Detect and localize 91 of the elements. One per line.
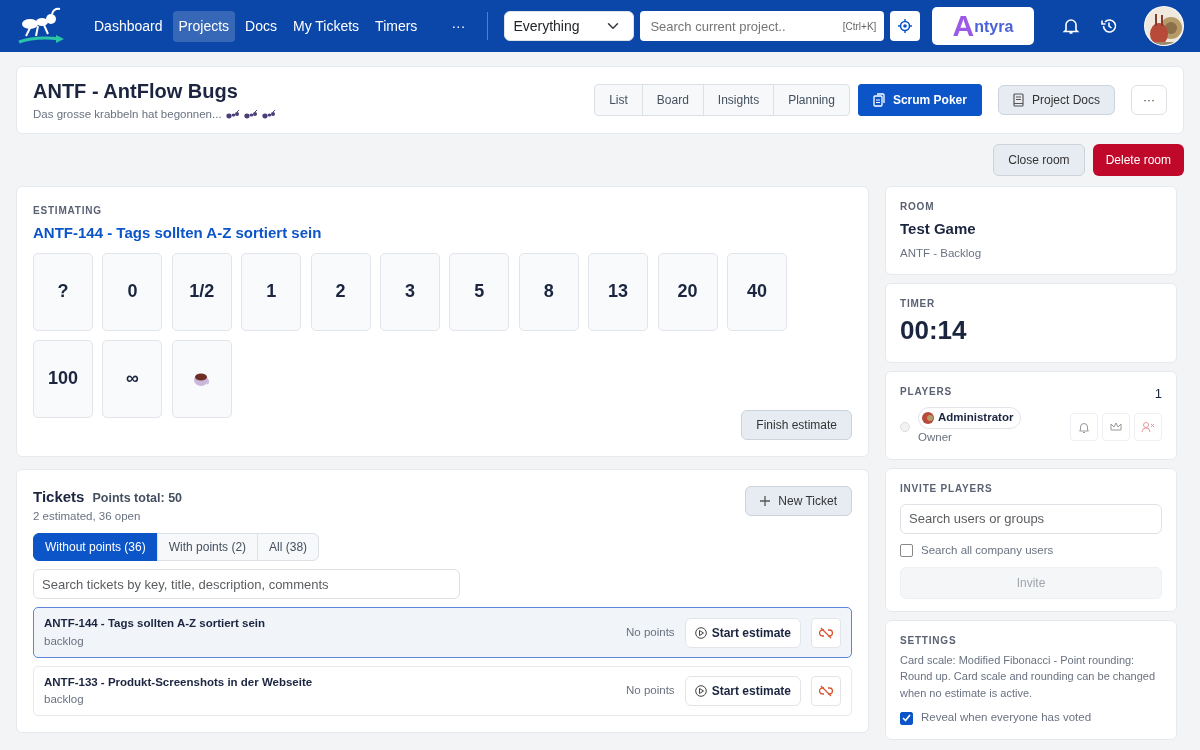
bell-icon[interactable]: [1062, 17, 1080, 35]
estimate-card[interactable]: 20: [657, 252, 718, 331]
checkbox[interactable]: [900, 711, 913, 725]
crown-icon: [1110, 421, 1122, 432]
brand-logo: Antyra: [932, 7, 1034, 45]
estimate-card[interactable]: 5: [449, 252, 510, 331]
estimate-card[interactable]: 40: [726, 252, 787, 331]
nav-link[interactable]: Projects: [172, 10, 236, 42]
tickets-title: Tickets: [33, 486, 85, 507]
estimate-card[interactable]: 1/2: [171, 252, 232, 331]
tickets-summary: 2 estimated, 36 open: [33, 509, 142, 524]
section-label: SETTINGS: [900, 633, 958, 648]
filter-tab[interactable]: Without points (36): [33, 533, 158, 562]
broken-link-icon: [819, 626, 833, 639]
estimate-card[interactable]: 2: [310, 252, 371, 331]
project-title: ANTF - AntFlow Bugs: [33, 79, 239, 105]
ticket-link[interactable]: ANTF-144 - Tags sollten A-Z sortiert sein: [33, 224, 322, 241]
estimate-card[interactable]: 0: [102, 252, 163, 331]
filter-tab[interactable]: All (38): [257, 533, 320, 562]
ant-icon: [243, 110, 258, 120]
view-tab[interactable]: Insights: [702, 84, 775, 116]
unlink-button[interactable]: [811, 676, 841, 706]
view-tab[interactable]: Board: [641, 84, 704, 116]
shortcut-hint: [Ctrl+K]: [842, 20, 877, 34]
book-icon: [1012, 93, 1024, 107]
nav-link[interactable]: Docs: [239, 10, 283, 42]
start-estimate-button[interactable]: Start estimate: [684, 617, 801, 648]
filter-tab[interactable]: With points (2): [156, 533, 259, 562]
ticket-title: ANTF-133 - Produkt-Screenshots in der Webseite: [44, 674, 313, 690]
start-estimate-button[interactable]: Start estimate: [684, 676, 801, 706]
delete-room-button[interactable]: Delete room: [1092, 144, 1184, 176]
docs-button[interactable]: Project Docs: [997, 85, 1115, 115]
points-label: No points: [626, 624, 675, 640]
checkbox[interactable]: [900, 543, 913, 557]
ant-icon: [225, 110, 240, 120]
player-role: Owner: [918, 430, 953, 446]
points-total: Points total: 50: [92, 489, 183, 507]
unlink-button[interactable]: [811, 617, 841, 648]
finish-estimate-button[interactable]: Finish estimate: [741, 409, 852, 440]
close-room-button[interactable]: Close room: [993, 144, 1085, 176]
more-button[interactable]: ···: [1131, 85, 1167, 115]
player-count: 1: [1154, 384, 1162, 403]
new-ticket-button[interactable]: New Ticket: [745, 485, 852, 516]
checkbox-label: Reveal when everyone has voted: [921, 710, 1092, 726]
nav-link[interactable]: Dashboard: [88, 10, 169, 42]
estimate-card[interactable]: ?: [33, 252, 93, 331]
ticket-search-field[interactable]: Search tickets by key, title, description, comments: [33, 569, 460, 600]
view-tab[interactable]: Planning: [773, 84, 850, 116]
remove-user-icon: [1141, 420, 1155, 433]
ticket-row[interactable]: ANTF-144 - Tags sollten A-Z sortiert sein backlog No points Start estimate: [33, 607, 852, 658]
project-subtitle: Das grosse krabbeln hat begonnen...: [33, 107, 222, 123]
play-icon: [694, 626, 707, 639]
estimate-card[interactable]: ∞: [102, 339, 163, 418]
nav-link[interactable]: Timers: [369, 10, 424, 42]
section-label: ESTIMATING: [33, 204, 103, 218]
plus-icon: [760, 495, 771, 506]
section-label: ROOM: [900, 200, 936, 214]
settings-description: Card scale: Modified Fibonacci - Point rounding: Round up. Card scale and rounding can be changed when no estimate is active.: [900, 652, 1157, 701]
broken-link-icon: [819, 685, 833, 697]
locate-button[interactable]: [890, 11, 921, 41]
view-tab[interactable]: Scrum Poker: [857, 84, 982, 116]
estimate-card[interactable]: 3: [379, 252, 440, 331]
play-icon: [694, 685, 707, 697]
check-icon: [902, 714, 911, 722]
points-label: No points: [626, 683, 675, 699]
history-icon[interactable]: [1100, 17, 1118, 35]
ant-logo-icon: [16, 6, 66, 46]
ticket-title: ANTF-144 - Tags sollten A-Z sortiert sein: [44, 616, 266, 632]
view-tab[interactable]: List: [594, 84, 643, 116]
scope-select[interactable]: Everything: [504, 11, 635, 41]
ticket-status: backlog: [44, 692, 85, 707]
section-label: INVITE PLAYERS: [900, 481, 994, 496]
bell-icon: [1078, 420, 1090, 433]
section-label: PLAYERS: [900, 384, 952, 399]
nav-link[interactable]: My Tickets: [287, 10, 366, 42]
timer-value: 00:14: [900, 313, 968, 347]
room-name: Test Game: [900, 219, 977, 239]
ant-icon: [261, 110, 276, 120]
estimate-card[interactable]: 100: [33, 339, 93, 418]
estimate-card[interactable]: 8: [518, 252, 579, 331]
checkbox-label: Search all company users: [921, 542, 1054, 558]
user-search-field[interactable]: Search users or groups: [900, 503, 1162, 534]
ticket-row[interactable]: ANTF-133 - Produkt-Screenshots in der Webseite backlog No points Start estimate: [33, 665, 852, 717]
room-project: ANTF - Backlog: [900, 245, 983, 261]
more-menu-button[interactable]: ···: [445, 10, 472, 42]
cards-icon: [872, 93, 885, 107]
target-icon: [898, 19, 913, 33]
estimate-card[interactable]: 1: [241, 252, 302, 331]
section-label: TIMER: [900, 296, 937, 311]
estimate-card[interactable]: 13: [588, 252, 649, 331]
ticket-status: backlog: [44, 633, 85, 649]
